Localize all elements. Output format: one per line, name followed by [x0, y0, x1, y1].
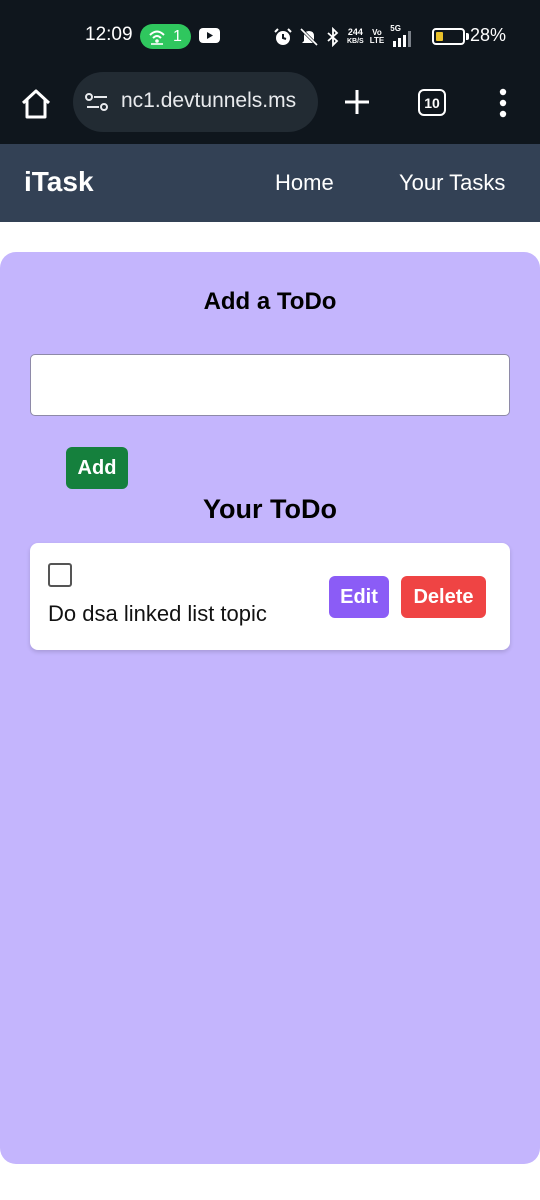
todo-checkbox[interactable]	[48, 563, 72, 587]
volte-line2: LTE	[369, 36, 385, 45]
add-button[interactable]: Add	[66, 447, 128, 489]
net-speed-value: 244	[347, 27, 363, 37]
alarm-icon	[274, 28, 292, 45]
plus-icon[interactable]	[341, 86, 373, 118]
browser-toolbar: nc1.devtunnels.ms 10	[0, 72, 540, 144]
youtube-icon	[199, 28, 220, 43]
site-settings-icon[interactable]	[85, 91, 109, 113]
url-text[interactable]: nc1.devtunnels.ms	[121, 89, 311, 113]
mute-icon	[299, 27, 319, 47]
hotspot-indicator: 1	[140, 24, 191, 49]
battery-cap	[466, 33, 469, 40]
edit-button[interactable]: Edit	[329, 576, 389, 618]
nav-link-your-tasks[interactable]: Your Tasks	[399, 170, 505, 196]
status-time: 12:09	[85, 24, 133, 45]
tab-switcher-button[interactable]: 10	[418, 89, 446, 116]
signal-icon	[393, 31, 412, 47]
app-navbar: iTask Home Your Tasks	[0, 144, 540, 222]
todo-list-heading: Your ToDo	[203, 494, 337, 524]
bluetooth-icon	[327, 27, 339, 47]
battery-icon	[432, 28, 465, 45]
battery-level	[436, 32, 443, 41]
todo-input[interactable]	[30, 354, 510, 416]
todo-text: Do dsa linked list topic	[48, 601, 267, 626]
delete-button[interactable]: Delete	[401, 576, 486, 618]
signal-indicator: 5G	[390, 24, 414, 48]
hotspot-count: 1	[173, 27, 182, 45]
nav-link-home[interactable]: Home	[275, 170, 334, 196]
more-vert-icon[interactable]	[492, 88, 514, 118]
hotspot-icon	[149, 30, 165, 45]
net-speed: 244 KB/S	[347, 28, 364, 46]
system-icons: 244 KB/S Vo LTE 5G	[273, 24, 414, 50]
brand-logo[interactable]: iTask	[24, 166, 94, 198]
todo-panel: Add a ToDo Add Your ToDo Do dsa linked l…	[0, 252, 540, 1164]
volte-indicator: Vo LTE	[370, 29, 385, 45]
status-bar: 12:09 1 244 KB/S Vo LTE 5G 28%	[0, 0, 540, 72]
todo-item: Do dsa linked list topic Edit Delete	[30, 543, 510, 650]
net-speed-unit: KB/S	[347, 38, 364, 45]
add-todo-heading: Add a ToDo	[203, 288, 337, 315]
home-icon[interactable]	[18, 86, 54, 122]
address-bar[interactable]: nc1.devtunnels.ms	[73, 72, 318, 132]
battery-percent: 28%	[470, 25, 507, 45]
